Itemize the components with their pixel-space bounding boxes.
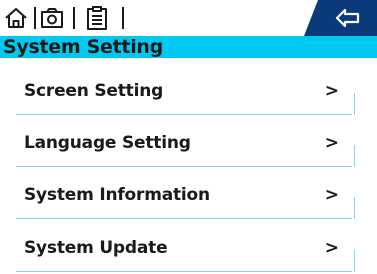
menu-item-system-information[interactable]: System Information > (16, 175, 355, 219)
menu-item-system-update[interactable]: System Update > (16, 228, 355, 272)
menu-item-label: Screen Setting (24, 81, 164, 101)
item-divider (16, 217, 352, 219)
item-divider (353, 250, 355, 272)
item-divider (353, 93, 355, 115)
chevron-right-icon: > (324, 238, 339, 258)
toolbar-separator (73, 7, 75, 29)
menu-item-label: System Update (24, 238, 168, 258)
top-toolbar (0, 0, 377, 36)
home-icon[interactable] (3, 5, 29, 31)
chevron-right-icon: > (324, 185, 339, 205)
item-divider (353, 197, 355, 219)
menu-item-label: Language Setting (24, 133, 191, 153)
camera-icon[interactable] (39, 5, 65, 31)
menu-item-label: System Information (24, 185, 210, 205)
item-divider (16, 270, 352, 272)
menu-item-screen-setting[interactable]: Screen Setting > (16, 71, 355, 115)
menu-item-language-setting[interactable]: Language Setting > (16, 123, 355, 167)
clipboard-icon[interactable] (84, 5, 110, 31)
toolbar-separator (122, 7, 124, 29)
system-setting-screen: System Setting Screen Setting > Language… (0, 0, 377, 274)
page-title: System Setting (3, 36, 163, 58)
chevron-right-icon: > (324, 133, 339, 153)
item-divider (16, 165, 352, 167)
item-divider (16, 113, 352, 115)
title-bar: System Setting (0, 36, 377, 58)
item-divider (353, 145, 355, 167)
chevron-right-icon: > (324, 81, 339, 101)
back-button[interactable] (304, 0, 377, 36)
toolbar-separator (34, 7, 36, 29)
